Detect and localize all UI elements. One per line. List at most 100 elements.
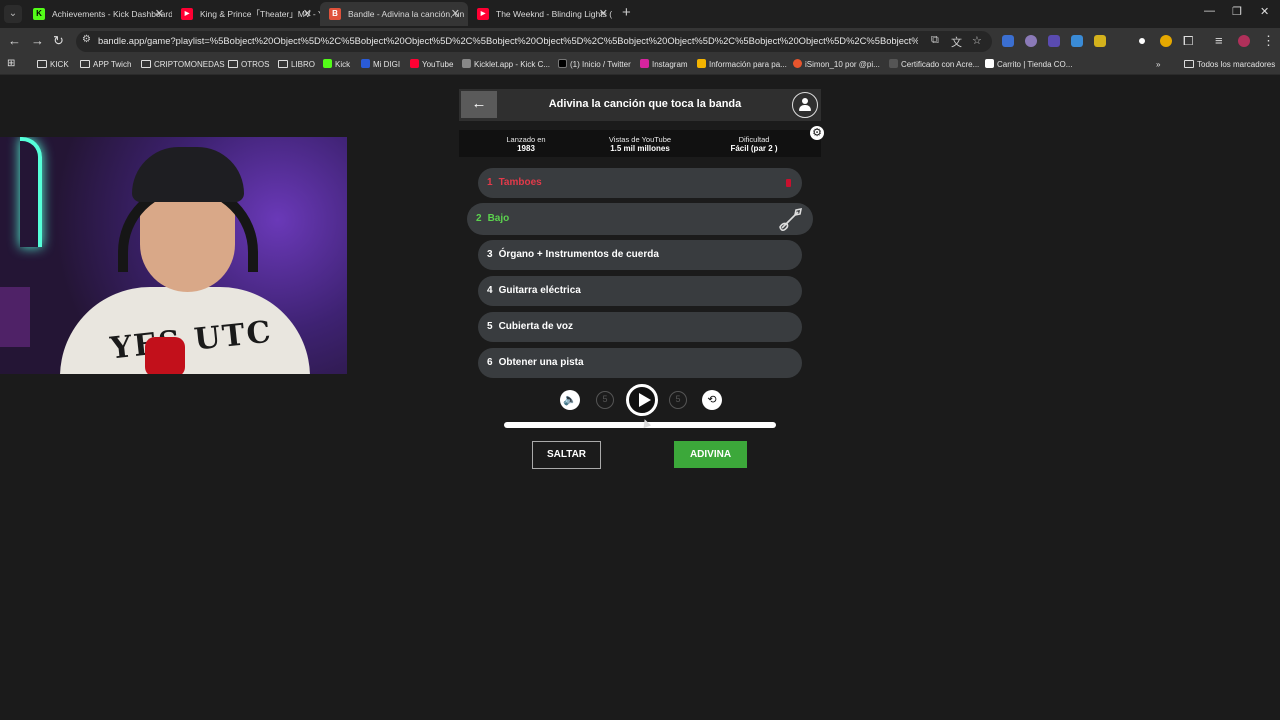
bookmark-link[interactable]: Mi DIGI (361, 58, 400, 72)
new-tab-icon[interactable]: + (622, 4, 631, 21)
extension-icon[interactable] (1025, 35, 1037, 47)
track-label: Guitarra eléctrica (498, 285, 581, 296)
arrow-left-icon: ← (471, 95, 487, 112)
bookmark-folder[interactable]: KICK (37, 58, 69, 72)
beanie (132, 147, 244, 202)
volume-button[interactable]: 🔈 (560, 390, 580, 410)
bookmark-star-icon[interactable]: ☆ (972, 34, 982, 47)
close-window-icon[interactable]: ✕ (1260, 5, 1269, 18)
track-bass[interactable]: 2 Bajo (467, 203, 813, 235)
bookmark-link[interactable]: Información para pa... (697, 58, 787, 72)
forward-5-icon: 5 (675, 394, 681, 404)
info-value: 1.5 mil millones (610, 144, 670, 153)
page-title: Adivina la canción que toca la banda (548, 98, 742, 110)
all-bookmarks[interactable]: Todos los marcadores (1184, 58, 1275, 72)
kick-icon (323, 59, 332, 68)
folder-icon (278, 60, 288, 68)
browser-tab-bar: ⌄ K Achievements - Kick Dashboard ✕ ▶ Ki… (0, 0, 1280, 28)
more-bookmarks-icon[interactable]: » (1156, 58, 1160, 72)
close-tab-icon[interactable]: ✕ (303, 2, 312, 26)
track-hint[interactable]: 6 Obtener una pista (478, 348, 802, 378)
guess-button[interactable]: ADIVINA (674, 441, 747, 468)
bookmark-link[interactable]: Instagram (640, 58, 688, 72)
track-drums[interactable]: 1 Tamboes (478, 168, 802, 198)
address-bar[interactable]: ⚙ bandle.app/game?playlist=%5Bobject%20O… (76, 31, 992, 52)
bookmark-link[interactable]: Certificado con Acre... (889, 58, 979, 72)
youtube-views-info: Vistas de YouTube 1.5 mil millones (585, 135, 695, 154)
bookmark-link[interactable]: Kicklet.app - Kick C... (462, 58, 550, 72)
folder-icon (1184, 60, 1194, 68)
install-app-icon[interactable]: ⧉ (931, 34, 939, 47)
info-label: Lanzado en (506, 135, 546, 144)
media-control-icon[interactable]: ≡ (1215, 33, 1223, 48)
extension-icon[interactable] (1160, 35, 1172, 47)
app-header: ← Adivina la canción que toca la banda (459, 89, 821, 121)
apps-grid-icon[interactable]: ⊞ (7, 57, 15, 71)
forward-arrow-icon[interactable]: → (31, 33, 44, 48)
browser-tab-active[interactable]: B Bandle - Adivina la canción, un ✕ (320, 2, 468, 26)
extensions-puzzle-icon[interactable]: ⧠ (1183, 33, 1193, 49)
rewind-button[interactable]: 5 (596, 391, 614, 409)
tab-title: The Weeknd - Blinding Lights ( (496, 9, 613, 19)
browser-tab[interactable]: ▶ The Weeknd - Blinding Lights ( ✕ (468, 2, 616, 26)
streamer-webcam: YES UTC (0, 137, 347, 374)
wrong-mark-icon (786, 179, 791, 187)
track-number: 3 (487, 249, 493, 260)
neon-light (20, 137, 42, 247)
track-organ-strings[interactable]: 3 Órgano + Instrumentos de cuerda (478, 240, 802, 270)
youtube-icon: ▶ (477, 8, 489, 20)
track-number: 2 (476, 213, 482, 224)
track-electric-guitar[interactable]: 4 Guitarra eléctrica (478, 276, 802, 306)
background-light (0, 287, 30, 347)
track-label: Tamboes (498, 177, 542, 188)
bass-guitar-icon (779, 207, 803, 231)
bookmark-folder[interactable]: LIBRO (278, 58, 315, 72)
close-tab-icon[interactable]: ✕ (599, 2, 608, 26)
track-vocals[interactable]: 5 Cubierta de voz (478, 312, 802, 342)
play-button[interactable] (626, 384, 658, 416)
extension-icon[interactable] (1094, 35, 1106, 47)
youtube-icon: ▶ (181, 8, 193, 20)
forward-button[interactable]: 5 (669, 391, 687, 409)
site-info-icon[interactable]: ⚙ (82, 34, 91, 45)
extension-icon[interactable] (1048, 35, 1060, 47)
profile-avatar-icon[interactable] (1238, 35, 1250, 47)
loop-toggle-button[interactable]: ⟲ (702, 390, 722, 410)
profile-button[interactable] (792, 92, 818, 118)
settings-gear-icon[interactable]: ⚙ (810, 126, 824, 140)
reload-icon[interactable]: ↻ (53, 33, 64, 49)
bookmark-link[interactable]: iSimon_10 por @pi... (793, 58, 880, 72)
extension-icon[interactable] (1071, 35, 1083, 47)
extension-icon[interactable] (1002, 35, 1014, 47)
drive-icon (697, 59, 706, 68)
url-text[interactable]: bandle.app/game?playlist=%5Bobject%20Obj… (98, 35, 918, 46)
bookmark-link[interactable]: Kick (323, 58, 350, 72)
info-value: 1983 (517, 144, 535, 153)
folder-icon (141, 60, 151, 68)
folder-icon (37, 60, 47, 68)
bookmark-link[interactable]: Carrito | Tienda CO... (985, 58, 1072, 72)
bookmark-link[interactable]: (1) Inicio / Twitter (558, 58, 631, 72)
playback-progress-bar[interactable] (504, 422, 776, 428)
close-tab-icon[interactable]: ✕ (451, 2, 460, 26)
back-arrow-icon[interactable]: ← (8, 33, 21, 48)
minimize-icon[interactable]: — (1204, 5, 1215, 17)
bookmark-link[interactable]: YouTube (410, 58, 453, 72)
bookmark-folder[interactable]: APP Twich (80, 58, 131, 72)
certificate-icon (889, 59, 898, 68)
extension-icon[interactable] (1139, 38, 1145, 44)
track-number: 1 (487, 177, 493, 188)
track-number: 5 (487, 321, 493, 332)
tab-search-button[interactable]: ⌄ (4, 5, 22, 23)
bookmark-folder[interactable]: CRIPTOMONEDAS (141, 58, 225, 72)
back-button[interactable]: ← (461, 91, 497, 118)
browser-tab[interactable]: K Achievements - Kick Dashboard ✕ (24, 2, 172, 26)
maximize-icon[interactable]: ❐ (1232, 5, 1242, 18)
bookmark-folder[interactable]: OTROS (228, 58, 269, 72)
close-tab-icon[interactable]: ✕ (155, 2, 164, 26)
translate-icon[interactable]: 文 (951, 34, 962, 50)
skip-button[interactable]: SALTAR (532, 441, 601, 469)
loop-off-icon: ⟲ (707, 394, 717, 406)
browser-menu-icon[interactable]: ⋮ (1262, 33, 1275, 49)
browser-tab[interactable]: ▶ King & Prince「Theater」MV - Yo ✕ (172, 2, 320, 26)
